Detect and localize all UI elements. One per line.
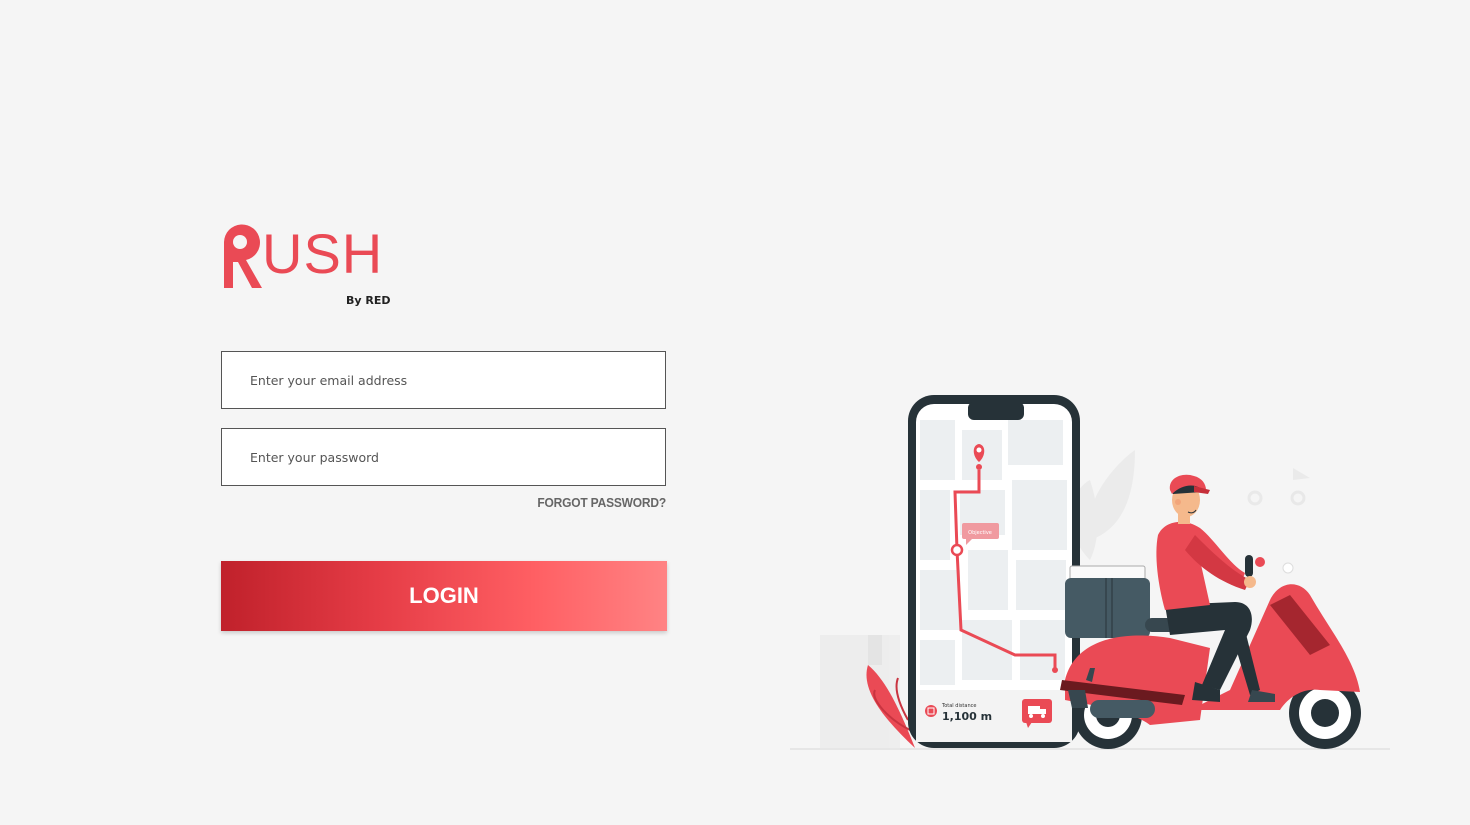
logo-tagline: By RED	[346, 294, 391, 307]
logo-r-pin-icon	[224, 224, 262, 288]
objective-tag: Objective	[968, 530, 992, 536]
distance-value: 1,100 m	[942, 710, 992, 723]
password-input[interactable]	[221, 428, 666, 486]
logo-wordmark: USH	[262, 222, 384, 285]
brand-logo: USH By RED	[220, 218, 400, 310]
phone-icon: Objective Total distance 1,100 m	[908, 395, 1080, 748]
distance-label: Total distance	[941, 703, 976, 709]
delivery-box-icon	[1065, 565, 1150, 638]
delivery-illustration: Objective Total distance 1,100 m	[790, 395, 1390, 750]
login-page: USH By RED FORGOT PASSWORD? LOGIN	[0, 0, 1470, 825]
login-button[interactable]: LOGIN	[221, 561, 667, 631]
email-input[interactable]	[221, 351, 666, 409]
forgot-password-link[interactable]: FORGOT PASSWORD?	[500, 496, 666, 511]
